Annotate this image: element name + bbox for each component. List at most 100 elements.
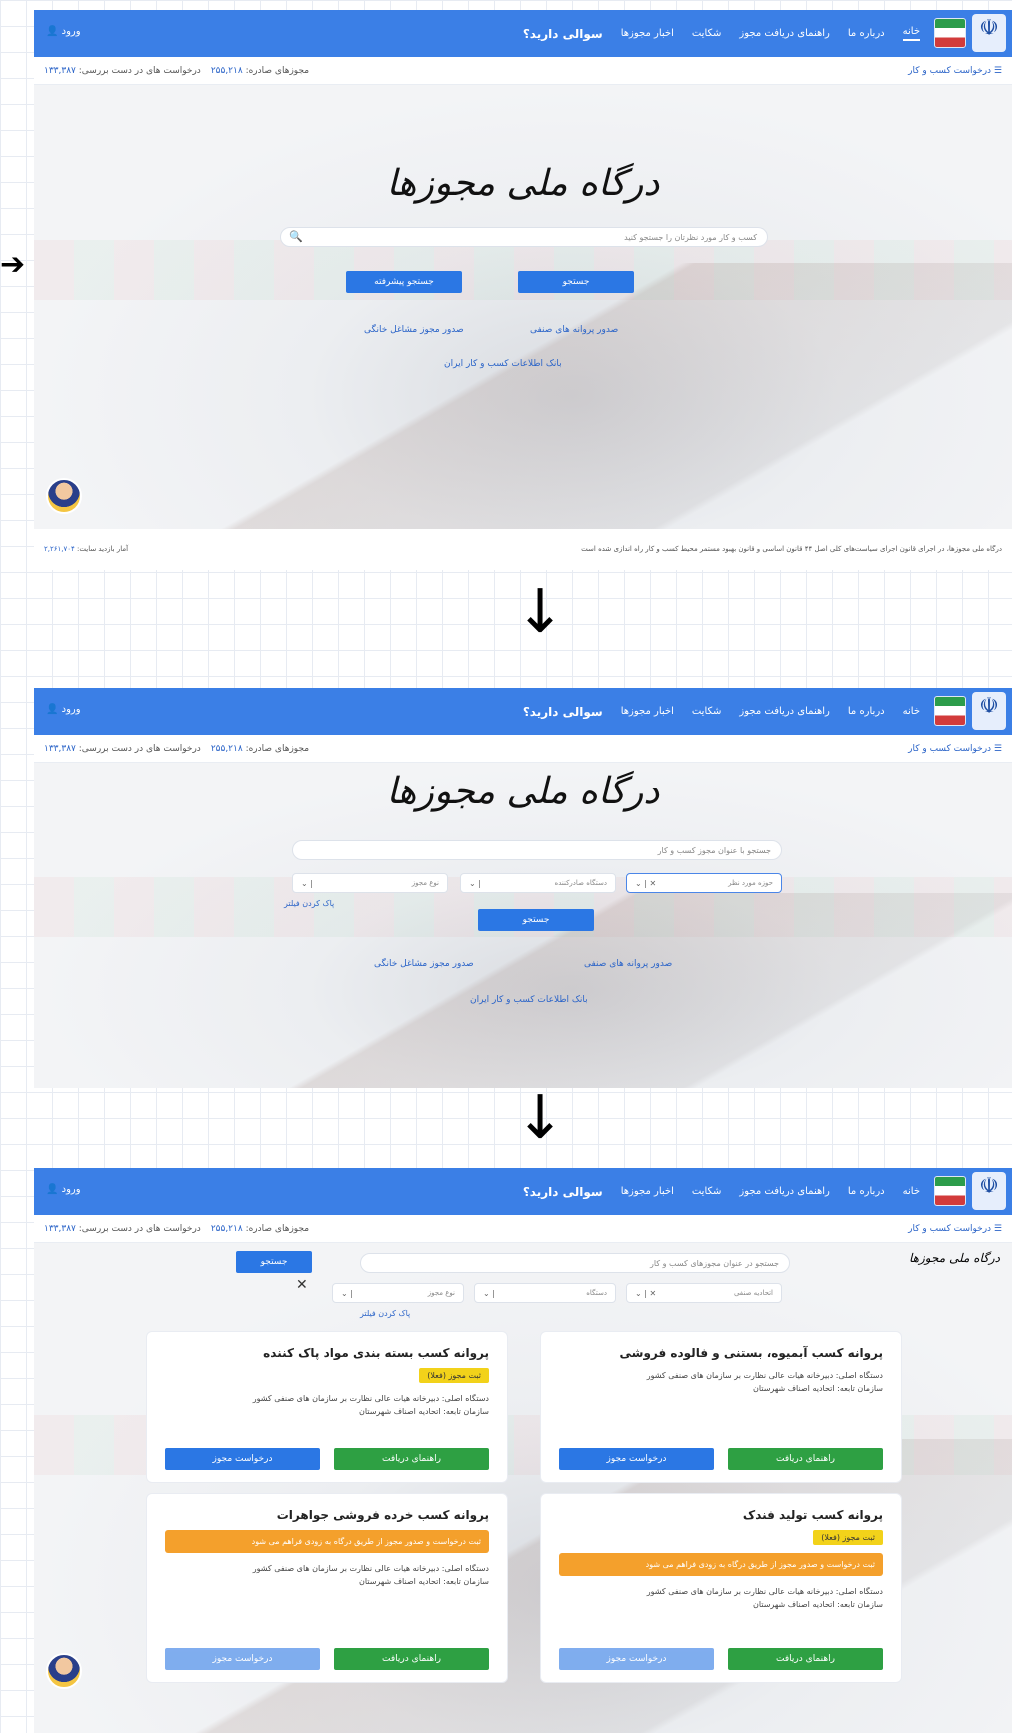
organization-select-value: دستگاه	[586, 1289, 607, 1297]
license-type-select-value: نوع مجوز	[427, 1289, 455, 1297]
nav-item-faq[interactable]: سوالی دارید؟	[523, 27, 603, 41]
hero-section: درگاه ملی مجوزها جستجو با عنوان مجوز کسب…	[34, 763, 1012, 1088]
footer-notice: درگاه ملی مجوزها، در اجرای قانون اجرای س…	[581, 545, 1002, 553]
nav-item-about[interactable]: درباره ما	[848, 706, 885, 717]
login-button[interactable]: 👤 ورود	[46, 26, 81, 37]
site-logo-text: درگاه ملی مجوزها	[386, 163, 660, 204]
search-input[interactable]: جستجو در عنوان مجوزهای کسب و کار	[360, 1253, 790, 1273]
guide-button[interactable]: راهنمای دریافت	[334, 1448, 489, 1470]
assistant-avatar-icon[interactable]	[46, 1653, 82, 1689]
nav-item-complaint[interactable]: شکایت	[692, 1186, 722, 1197]
flow-arrow-down-1: ↓	[515, 577, 566, 647]
union-select[interactable]: اتحادیه صنفی ✕ | ⌄	[626, 1283, 782, 1303]
card-actions: راهنمای دریافت درخواست مجوز	[165, 1448, 489, 1470]
advanced-search-button[interactable]: جستجو پیشرفته	[346, 271, 462, 293]
screen-home: ☫ خانه درباره ما راهنمای دریافت مجوز شکا…	[34, 10, 1012, 570]
business-bank-link[interactable]: بانک اطلاعات کسب و کار ایران	[470, 995, 588, 1005]
card-description: دستگاه اصلی: دبیرخانه هیات عالی نظارت بر…	[252, 1394, 489, 1416]
nav-item-news[interactable]: اخبار مجوزها	[621, 1186, 674, 1197]
flow-arrow-down-2: ↓	[515, 1083, 566, 1153]
license-type-select[interactable]: نوع مجوز | ⌄	[292, 873, 448, 893]
card-title: پروانه کسب آبمیوه، بستنی و فالوده فروشی	[619, 1346, 883, 1360]
visits: آمار بازدید سایت: ۲,۲۶۱,۷۰۴	[44, 545, 128, 553]
search-button[interactable]: جستجو	[236, 1251, 312, 1273]
home-business-link[interactable]: صدور مجوز مشاغل خانگی	[374, 959, 474, 969]
chevron-down-icon: | ⌄	[341, 1288, 353, 1298]
organization-select[interactable]: دستگاه صادرکننده | ⌄	[460, 873, 616, 893]
business-request-label: درخواست کسب و کار	[908, 1223, 992, 1234]
close-icon[interactable]: ✕	[296, 1277, 308, 1293]
chevron-down-icon: | ⌄	[301, 878, 313, 888]
issued-label: مجوزهای صادره:	[245, 65, 310, 76]
nav-item-complaint[interactable]: شکایت	[692, 706, 722, 717]
search-input[interactable]: جستجو با عنوان مجوز کسب و کار	[292, 840, 782, 860]
sub-header: مجوزهای صادره: ۲۵۵,۲۱۸ درخواست های در دس…	[34, 735, 1012, 763]
card-actions: راهنمای دریافت درخواست مجوز	[165, 1648, 489, 1670]
business-request-link[interactable]: ☰ درخواست کسب و کار	[908, 66, 1002, 76]
login-button[interactable]: 👤 ورود	[46, 1184, 81, 1195]
nav-item-guide[interactable]: راهنمای دریافت مجوز	[739, 706, 829, 717]
request-license-button[interactable]: درخواست مجوز	[165, 1448, 320, 1470]
search-button[interactable]: جستجو	[518, 271, 634, 293]
issued-value: ۲۵۵,۲۱۸	[210, 1223, 243, 1234]
nav-item-about[interactable]: درباره ما	[848, 28, 885, 39]
card-title: پروانه کسب خرده فروشی جواهرات	[276, 1508, 489, 1522]
nav-item-home[interactable]: خانه	[903, 706, 920, 717]
nav-item-faq[interactable]: سوالی دارید؟	[523, 1185, 603, 1199]
search-button[interactable]: جستجو	[478, 909, 594, 931]
business-request-link[interactable]: ☰ درخواست کسب و کار	[908, 1224, 1002, 1234]
site-logo-text: درگاه ملی مجوزها	[386, 771, 660, 812]
industrial-license-link[interactable]: صدور پروانه های صنفی	[530, 325, 618, 335]
nav-item-home[interactable]: خانه	[903, 1186, 920, 1197]
results-section: درگاه ملی مجوزها جستجو در عنوان مجوزهای …	[34, 1243, 1012, 1733]
nav-item-news[interactable]: اخبار مجوزها	[621, 706, 674, 717]
request-license-button[interactable]: درخواست مجوز	[559, 1448, 714, 1470]
footer-bar: آمار بازدید سایت: ۲,۲۶۱,۷۰۴ درگاه ملی مج…	[34, 529, 1012, 569]
screen-advanced-search: ☫ خانه درباره ما راهنمای دریافت مجوز شکا…	[34, 688, 1012, 1088]
nav-item-guide[interactable]: راهنمای دریافت مجوز	[739, 28, 829, 39]
login-label: ورود	[61, 26, 81, 37]
chevron-down-icon: | ⌄	[469, 878, 481, 888]
issued-label: مجوزهای صادره:	[245, 743, 310, 754]
request-license-button[interactable]: درخواست مجوز	[165, 1648, 320, 1670]
menu-icon: ☰	[991, 743, 1002, 754]
business-request-link[interactable]: ☰ درخواست کسب و کار	[908, 744, 1002, 754]
assistant-avatar-icon[interactable]	[46, 478, 82, 514]
clear-filters-link[interactable]: پاک کردن فیلتر	[360, 1309, 410, 1318]
guide-button[interactable]: راهنمای دریافت	[728, 1648, 883, 1670]
nav-menu: خانه درباره ما راهنمای دریافت مجوز شکایت…	[523, 1168, 920, 1215]
clear-filters-link[interactable]: پاک کردن فیلتر	[284, 899, 334, 908]
search-input[interactable]: کسب و کار مورد نظرتان را جستجو کنید 🔍	[280, 227, 768, 247]
emblem-icon: ☫	[972, 14, 1006, 52]
login-button[interactable]: 👤 ورود	[46, 704, 81, 715]
search-icon[interactable]: 🔍	[289, 230, 303, 243]
guide-button[interactable]: راهنمای دریافت	[334, 1648, 489, 1670]
hero-section: درگاه ملی مجوزها کسب و کار مورد نظرتان ر…	[34, 85, 1012, 529]
nav-item-complaint[interactable]: شکایت	[692, 28, 722, 39]
nav-item-home[interactable]: خانه	[902, 26, 920, 41]
user-icon: 👤	[46, 26, 62, 37]
nav-item-news[interactable]: اخبار مجوزها	[621, 28, 674, 39]
nav-item-about[interactable]: درباره ما	[848, 1186, 885, 1197]
organization-select[interactable]: دستگاه | ⌄	[474, 1283, 616, 1303]
stats: مجوزهای صادره: ۲۵۵,۲۱۸ درخواست های در دس…	[44, 744, 309, 754]
home-business-link[interactable]: صدور مجوز مشاغل خانگی	[364, 325, 464, 335]
business-bank-link[interactable]: بانک اطلاعات کسب و کار ایران	[444, 359, 562, 369]
nav-item-guide[interactable]: راهنمای دریافت مجوز	[739, 1186, 829, 1197]
license-type-select[interactable]: نوع مجوز | ⌄	[332, 1283, 464, 1303]
chevron-down-icon: ✕ | ⌄	[635, 878, 657, 888]
logo-group: ☫	[934, 1172, 1006, 1210]
flag-icon	[934, 18, 966, 48]
status-badge: ثبت مجوز (فعلا)	[813, 1530, 883, 1545]
nav-item-faq[interactable]: سوالی دارید؟	[523, 705, 603, 719]
logo-group: ☫	[934, 692, 1006, 730]
license-card: پروانه کسب بسته بندی مواد پاک کننده ثبت …	[146, 1331, 508, 1483]
request-license-button[interactable]: درخواست مجوز	[559, 1648, 714, 1670]
menu-icon: ☰	[991, 65, 1002, 76]
license-card: پروانه کسب خرده فروشی جواهرات ثبت درخواس…	[146, 1493, 508, 1683]
industrial-license-link[interactable]: صدور پروانه های صنفی	[584, 959, 672, 969]
guide-button[interactable]: راهنمای دریافت	[728, 1448, 883, 1470]
sub-header: مجوزهای صادره: ۲۵۵,۲۱۸ درخواست های در دس…	[34, 1215, 1012, 1243]
user-icon: 👤	[46, 704, 62, 715]
field-select[interactable]: حوزه مورد نظر ✕ | ⌄	[626, 873, 782, 893]
